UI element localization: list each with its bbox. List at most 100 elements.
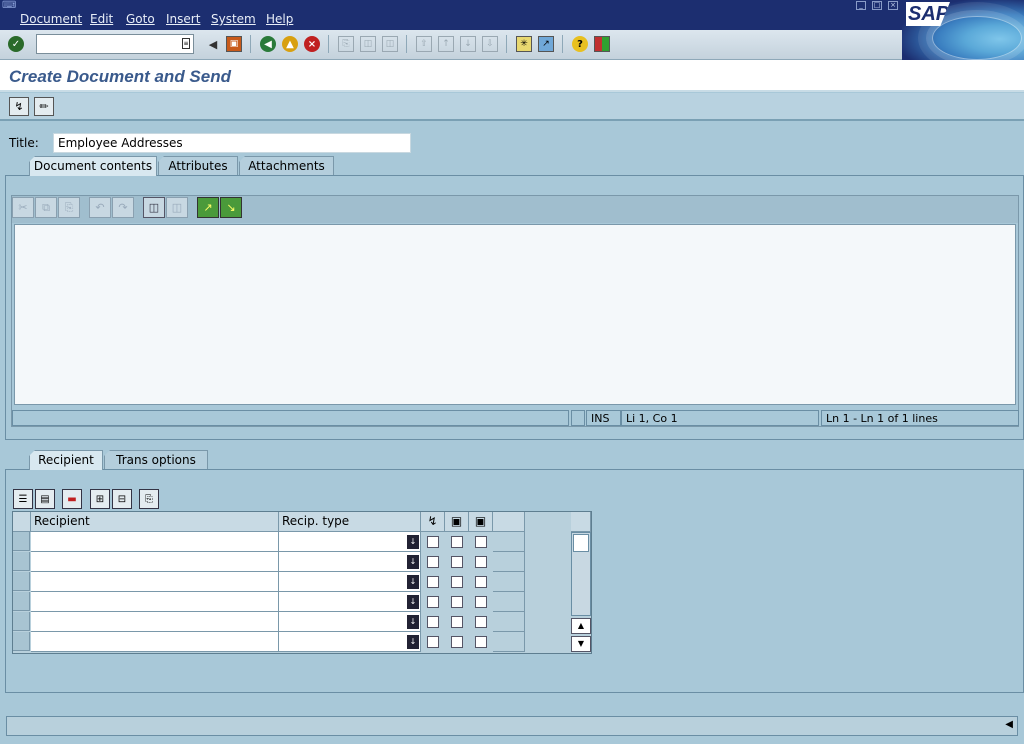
find-icon[interactable]: ◫ [360,36,376,52]
copy-checkbox[interactable] [451,596,463,608]
create-shortcut-icon[interactable]: ↗ [538,36,554,52]
row-selector[interactable] [13,592,30,611]
menu-goto[interactable]: Goto [126,12,155,26]
export-text-icon[interactable]: ↘ [220,197,242,218]
lock-checkbox[interactable] [475,596,487,608]
dropdown-icon[interactable]: ↓ [407,535,419,549]
previous-page-icon[interactable]: ↑ [438,36,454,52]
delete-row-icon[interactable]: ▬ [62,489,82,509]
next-page-icon[interactable]: ↓ [460,36,476,52]
back-icon[interactable]: ◀ [260,36,276,52]
tab-trans-options[interactable]: Trans options [104,450,208,469]
tab-attributes[interactable]: Attributes [158,156,238,175]
dropdown-icon[interactable]: ↓ [407,575,419,589]
layout-menu-icon[interactable] [594,36,610,52]
menu-system[interactable]: System [211,12,256,26]
dropdown-icon[interactable]: ↓ [407,555,419,569]
close-window-icon[interactable]: × [888,1,898,10]
print-list-icon[interactable]: ⎘ [139,489,159,509]
select-all-header[interactable] [13,512,31,532]
recipient-cell[interactable] [31,552,279,572]
copy-icon[interactable]: ⧉ [35,197,57,218]
recip-type-cell[interactable]: ↓ [279,612,421,632]
row-selector[interactable] [13,632,30,651]
dropdown-icon[interactable]: ↓ [407,595,419,609]
lock-checkbox[interactable] [475,536,487,548]
express-checkbox[interactable] [427,536,439,548]
express-checkbox[interactable] [427,556,439,568]
attach-icon[interactable]: ✏ [34,97,54,116]
copy-checkbox[interactable] [451,636,463,648]
undo-icon[interactable]: ↶ [89,197,111,218]
lock-checkbox[interactable] [475,636,487,648]
scrollbar-thumb[interactable] [573,534,589,552]
help-icon[interactable]: ? [572,36,588,52]
last-page-icon[interactable]: ⇩ [482,36,498,52]
command-input[interactable] [37,35,177,53]
column-header-recipient[interactable]: Recipient [31,512,279,532]
import-text-icon[interactable]: ↗ [197,197,219,218]
first-page-icon[interactable]: ⇧ [416,36,432,52]
row-selector[interactable] [13,532,30,551]
status-expand-icon[interactable]: ◀ [1005,719,1013,730]
expand-distribution-icon[interactable]: ⊞ [90,489,110,509]
title-input[interactable]: Employee Addresses [53,133,411,153]
send-icon[interactable]: ↯ [9,97,29,116]
restore-icon[interactable]: □ [872,1,882,10]
recip-type-cell[interactable]: ↓ [279,552,421,572]
create-session-icon[interactable]: ✳ [516,36,532,52]
copy-checkbox[interactable] [451,576,463,588]
column-header-recip-type[interactable]: Recip. type [279,512,421,532]
paste-icon[interactable]: ⎘ [58,197,80,218]
menu-insert[interactable]: Insert [166,12,200,26]
lock-checkbox[interactable] [475,576,487,588]
copy-checkbox[interactable] [451,556,463,568]
find-next-icon[interactable]: ◫ [382,36,398,52]
enter-icon[interactable]: ✓ [8,36,24,52]
recip-type-cell[interactable]: ↓ [279,592,421,612]
dropdown-icon[interactable]: ↓ [407,615,419,629]
collapse-distribution-icon[interactable]: ⊟ [112,489,132,509]
lock-checkbox[interactable] [475,556,487,568]
scroll-down-icon[interactable]: ▼ [571,636,591,652]
document-text-editor[interactable] [14,224,1016,405]
recipient-list-icon[interactable]: ▤ [35,489,55,509]
tab-recipient[interactable]: Recipient [29,450,103,470]
find-next-text-icon[interactable]: ◫ [166,197,188,218]
redo-icon[interactable]: ↷ [112,197,134,218]
recipient-cell[interactable] [31,592,279,612]
cut-icon[interactable]: ✂ [12,197,34,218]
find-text-icon[interactable]: ◫ [143,197,165,218]
command-field[interactable]: ≡ [36,34,194,54]
tab-document-contents[interactable]: Document contents [29,156,157,176]
table-scrollbar[interactable] [571,532,591,616]
recip-type-cell[interactable]: ↓ [279,532,421,552]
table-settings-header[interactable] [571,512,591,532]
recip-type-cell[interactable]: ↓ [279,572,421,592]
copy-checkbox[interactable] [451,536,463,548]
minimize-icon[interactable]: _ [856,1,866,10]
print-icon[interactable]: ⎘ [338,36,354,52]
recipient-cell[interactable] [31,532,279,552]
menu-edit[interactable]: Edit [90,12,113,26]
express-checkbox[interactable] [427,636,439,648]
tab-attachments[interactable]: Attachments [239,156,334,175]
collapse-left-icon[interactable]: ◀ [205,36,221,52]
recipient-cell[interactable] [31,572,279,592]
command-history-icon[interactable]: ≡ [182,38,190,49]
copy-checkbox[interactable] [451,616,463,628]
scroll-up-icon[interactable]: ▲ [571,618,591,634]
express-checkbox[interactable] [427,576,439,588]
lock-checkbox[interactable] [475,616,487,628]
recip-type-cell[interactable]: ↓ [279,632,421,652]
recipient-cell[interactable] [31,612,279,632]
system-menu-icon[interactable]: ⌨ [2,0,16,11]
recipient-details-icon[interactable]: ☰ [13,489,33,509]
recipient-cell[interactable] [31,632,279,652]
exit-icon[interactable]: ▲ [282,36,298,52]
row-selector[interactable] [13,612,30,631]
row-selector[interactable] [13,572,30,591]
express-checkbox[interactable] [427,596,439,608]
express-checkbox[interactable] [427,616,439,628]
menu-document[interactable]: Document [20,12,82,26]
